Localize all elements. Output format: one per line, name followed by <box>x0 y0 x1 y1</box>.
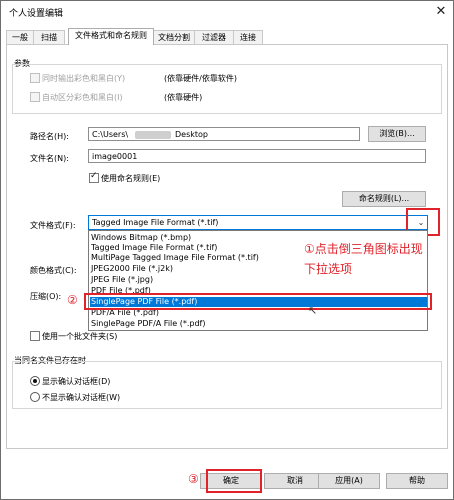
file-format-select[interactable]: Tagged Image File Format (*.tif) <box>88 215 428 230</box>
format-option-singlepage-pdfa[interactable]: SinglePage PDF/A File (*.pdf) <box>91 319 206 329</box>
help-button[interactable]: 帮助 <box>386 473 448 489</box>
file-format-label: 文件格式(F): <box>30 221 76 230</box>
filename-label: 文件名(N): <box>30 154 69 163</box>
tab-doc-split[interactable]: 文档分割 <box>153 30 195 44</box>
annotation-step3: ③ <box>188 472 199 486</box>
path-input[interactable]: C:\Users\ Desktop <box>88 127 360 141</box>
filename-input[interactable]: image0001 <box>88 149 426 163</box>
format-option-j2k[interactable]: JPEG2000 File (*.j2k) <box>91 264 173 274</box>
close-icon[interactable]: ✕ <box>433 4 449 20</box>
format-option-multipage-tif[interactable]: MultiPage Tagged Image File Format (*.ti… <box>91 253 259 263</box>
format-option-jpg[interactable]: JPEG File (*.jpg) <box>91 275 153 285</box>
path-value: C:\Users\ <box>92 130 129 139</box>
annotation-box-singlepage-pdf <box>84 293 432 310</box>
auto-color-label: 自动区分彩色和黑白(I) <box>42 93 123 102</box>
format-option-bmp[interactable]: Windows Bitmap (*.bmp) <box>91 233 191 243</box>
format-option-tif[interactable]: Tagged Image File Format (*.tif) <box>91 243 217 253</box>
naming-rule-button[interactable]: 命名规则(L)... <box>342 191 426 207</box>
color-output-hint: (依靠硬件/依靠软件) <box>164 74 237 83</box>
path-label: 路径名(H): <box>30 132 69 141</box>
annotation-step1-line1: ①点击倒三角图标出现 <box>304 242 423 256</box>
browse-button[interactable]: 浏览(B)... <box>368 126 426 142</box>
show-confirm-label: 显示确认对话框(D) <box>42 377 111 386</box>
annotation-box-ok <box>206 469 262 493</box>
tab-strip: 一般 扫描 文件格式和命名规则 文档分割 过滤器 连接 <box>6 28 446 45</box>
tab-scan[interactable]: 扫描 <box>33 30 65 44</box>
path-value-tail: Desktop <box>175 130 208 139</box>
color-format-label: 颜色格式(C): <box>30 266 77 275</box>
tab-filter[interactable]: 过滤器 <box>194 30 234 44</box>
no-confirm-label: 不显示确认对话框(W) <box>42 393 121 402</box>
show-confirm-radio[interactable] <box>30 376 40 386</box>
title-bar: 个人设置编辑 ✕ <box>1 1 453 23</box>
annotation-step2: ② <box>67 293 78 307</box>
tab-general[interactable]: 一般 <box>6 30 34 44</box>
tab-connect[interactable]: 连接 <box>233 30 263 44</box>
tab-file-format[interactable]: 文件格式和命名规则 <box>68 28 154 45</box>
color-output-checkbox[interactable] <box>30 73 40 83</box>
batch-folder-label: 使用一个批文件夹(S) <box>42 332 118 341</box>
apply-button[interactable]: 应用(A) <box>318 473 380 489</box>
window-title: 个人设置编辑 <box>9 9 64 19</box>
cancel-button[interactable]: 取消 <box>264 473 326 489</box>
auto-color-hint: (依靠硬件) <box>164 93 203 102</box>
blurred-username <box>135 131 171 139</box>
compression-label: 压缩(O): <box>30 292 62 301</box>
mouse-cursor-icon: ↖ <box>308 304 318 317</box>
use-naming-rule-label: 使用命名规则(E) <box>101 174 161 183</box>
file-format-selected: Tagged Image File Format (*.tif) <box>92 218 219 227</box>
no-confirm-radio[interactable] <box>30 392 40 402</box>
params-group <box>12 64 442 114</box>
color-output-label: 同时输出彩色和黑白(Y) <box>42 74 126 83</box>
auto-color-checkbox[interactable] <box>30 92 40 102</box>
annotation-step1-line2: 下拉选项 <box>304 262 353 276</box>
use-naming-rule-checkbox[interactable] <box>89 171 99 183</box>
batch-folder-checkbox[interactable] <box>30 331 40 341</box>
